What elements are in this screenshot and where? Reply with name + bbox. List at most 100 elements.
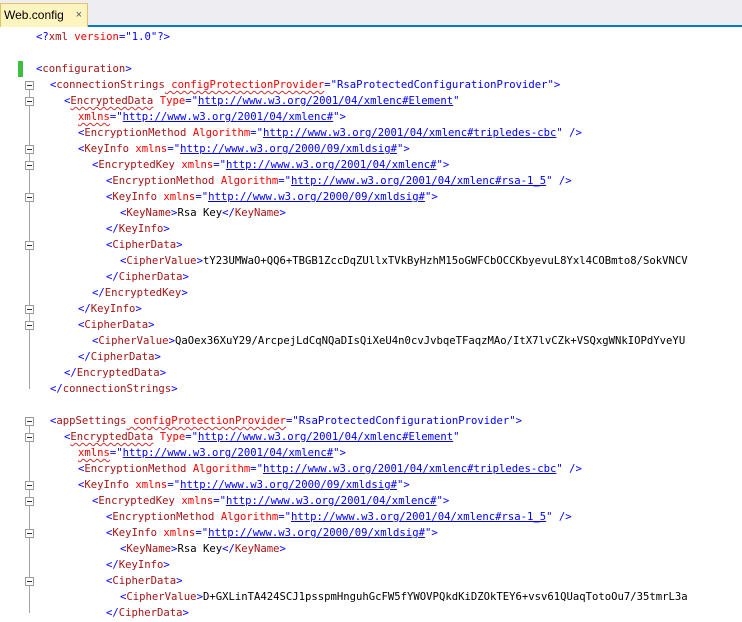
code-token: =" — [278, 511, 291, 523]
code-token: > — [163, 559, 170, 571]
code-token: </ — [106, 607, 119, 619]
code-token: " /> — [546, 175, 572, 187]
code-token: RsaProtectedConfigurationProvider — [298, 415, 510, 427]
code-line: <EncryptionMethod Algorithm="http://www.… — [0, 125, 742, 141]
code-token: KeyInfo — [118, 223, 164, 235]
code-line: </KeyInfo> — [0, 557, 742, 573]
code-token: EncryptionMethod — [84, 463, 187, 475]
code-token: xmlns — [174, 159, 214, 171]
tab-title: Web.config — [4, 8, 64, 22]
code-token: =" — [167, 143, 181, 155]
code-line: <configuration> — [0, 61, 742, 77]
code-token: =" — [118, 31, 132, 43]
code-token: configProtectionProvider — [164, 79, 325, 91]
code-token: Algorithm — [186, 127, 251, 139]
code-token: Rsa Key — [177, 207, 223, 219]
code-line: <CipherData> — [0, 237, 742, 253]
code-token: xml — [48, 31, 68, 43]
code-token: "> — [509, 415, 523, 427]
code-token: EncryptedData — [70, 431, 154, 443]
code-line: <KeyInfo xmlns="http://www.w3.org/2000/0… — [0, 525, 742, 541]
code-token: > — [176, 239, 183, 251]
code-token: RsaProtectedConfigurationProvider — [337, 79, 548, 91]
code-token: "> — [333, 447, 346, 459]
code-token: =" — [250, 127, 263, 139]
code-token: D+GXLinTA424SCJ1psspmHnguhGcFW5fYWOVPQkd… — [202, 591, 688, 603]
code-token: http://www.w3.org/2000/09/xmldsig# — [208, 191, 425, 203]
code-token: </ — [106, 223, 119, 235]
close-tab-icon[interactable]: × — [76, 4, 82, 26]
code-token: "> — [333, 111, 346, 123]
code-token: =" — [213, 159, 226, 171]
code-line: <EncryptionMethod Algorithm="http://www.… — [0, 509, 742, 525]
code-token: http://www.w3.org/2000/09/xmldsig# — [180, 479, 397, 491]
tab-web-config[interactable]: Web.config × — [0, 3, 88, 27]
code-token: xmlns — [174, 495, 214, 507]
code-token: QaOex36XuY29/ArcpejLdCqNQaDIsQiXeU4n0cvJ… — [174, 335, 686, 347]
code-line: </EncryptedData> — [0, 365, 742, 381]
code-line: <appSettings configProtectionProvider="R… — [0, 413, 742, 429]
code-token: CipherData — [90, 351, 155, 363]
code-line: </KeyInfo> — [0, 301, 742, 317]
code-token: http://www.w3.org/2001/04/xmlenc#tripled… — [263, 127, 557, 139]
code-token: CipherValue — [126, 591, 197, 603]
code-token: "> — [424, 527, 438, 539]
code-token: appSettings — [56, 415, 127, 427]
code-token: http://www.w3.org/2001/04/xmlenc#Element — [197, 431, 454, 443]
code-token: Algorithm — [214, 511, 279, 523]
code-token: > — [159, 367, 167, 379]
code-token: CipherData — [112, 575, 177, 587]
code-token: KeyInfo — [118, 559, 164, 571]
code-token: KeyName — [126, 543, 172, 555]
code-token: " /> — [556, 463, 582, 475]
code-token: EncryptedKey — [98, 495, 175, 507]
code-token: " /> — [546, 511, 572, 523]
code-token: CipherValue — [98, 335, 169, 347]
code-token: connectionStrings — [56, 79, 165, 91]
code-line: </CipherData> — [0, 269, 742, 285]
code-token: </ — [78, 303, 91, 315]
code-token: > — [154, 351, 161, 363]
code-token: configuration — [42, 63, 126, 75]
code-editor[interactable]: <?xml version="1.0"?> <configuration> <con… — [0, 27, 742, 622]
code-token: Algorithm — [214, 175, 279, 187]
code-token: KeyName — [234, 207, 280, 219]
code-line: xmlns="http://www.w3.org/2001/04/xmlenc#… — [0, 109, 742, 125]
code-token: =" — [278, 175, 291, 187]
code-token: " — [453, 95, 460, 107]
code-line: <?xml version="1.0"?> — [0, 29, 742, 45]
code-token: =" — [167, 479, 181, 491]
code-line: </EncryptedKey> — [0, 285, 742, 301]
code-token: > — [181, 287, 188, 299]
code-token: =" — [286, 415, 299, 427]
code-token: EncryptedData — [76, 367, 160, 379]
code-line: <CipherValue>QaOex36XuY29/ArcpejLdCqNQaD… — [0, 333, 742, 349]
code-line: <CipherData> — [0, 573, 742, 589]
code-token: </ — [50, 383, 63, 395]
code-line: xmlns="http://www.w3.org/2001/04/xmlenc#… — [0, 445, 742, 461]
code-token: KeyInfo — [112, 527, 158, 539]
code-token: > — [182, 607, 189, 619]
code-token: </ — [64, 367, 77, 379]
code-token: CipherData — [118, 607, 183, 619]
code-token: tY23UMWaO+QQ6+TBGB1ZccDqZUllxTVkByHzhM15… — [202, 255, 688, 267]
code-token: > — [125, 63, 132, 75]
code-token: http://www.w3.org/2001/04/xmlenc#tripled… — [263, 463, 557, 475]
code-token: =" — [185, 431, 198, 443]
code-token: > — [182, 271, 189, 283]
code-token: 1.0 — [131, 31, 151, 43]
code-token: </ — [92, 287, 105, 299]
code-token: xmlns — [157, 527, 196, 539]
code-line: <EncryptionMethod Algorithm="http://www.… — [0, 461, 742, 477]
code-token: CipherData — [112, 239, 177, 251]
code-token: > — [279, 207, 286, 219]
code-token: CipherValue — [126, 255, 197, 267]
code-token: <? — [36, 31, 49, 43]
code-token: "> — [436, 495, 450, 507]
code-token: KeyName — [234, 543, 280, 555]
code-token: EncryptedKey — [104, 287, 182, 299]
code-token: EncryptionMethod — [112, 511, 215, 523]
code-token: xmlns — [129, 479, 168, 491]
code-token: EncryptionMethod — [84, 127, 187, 139]
